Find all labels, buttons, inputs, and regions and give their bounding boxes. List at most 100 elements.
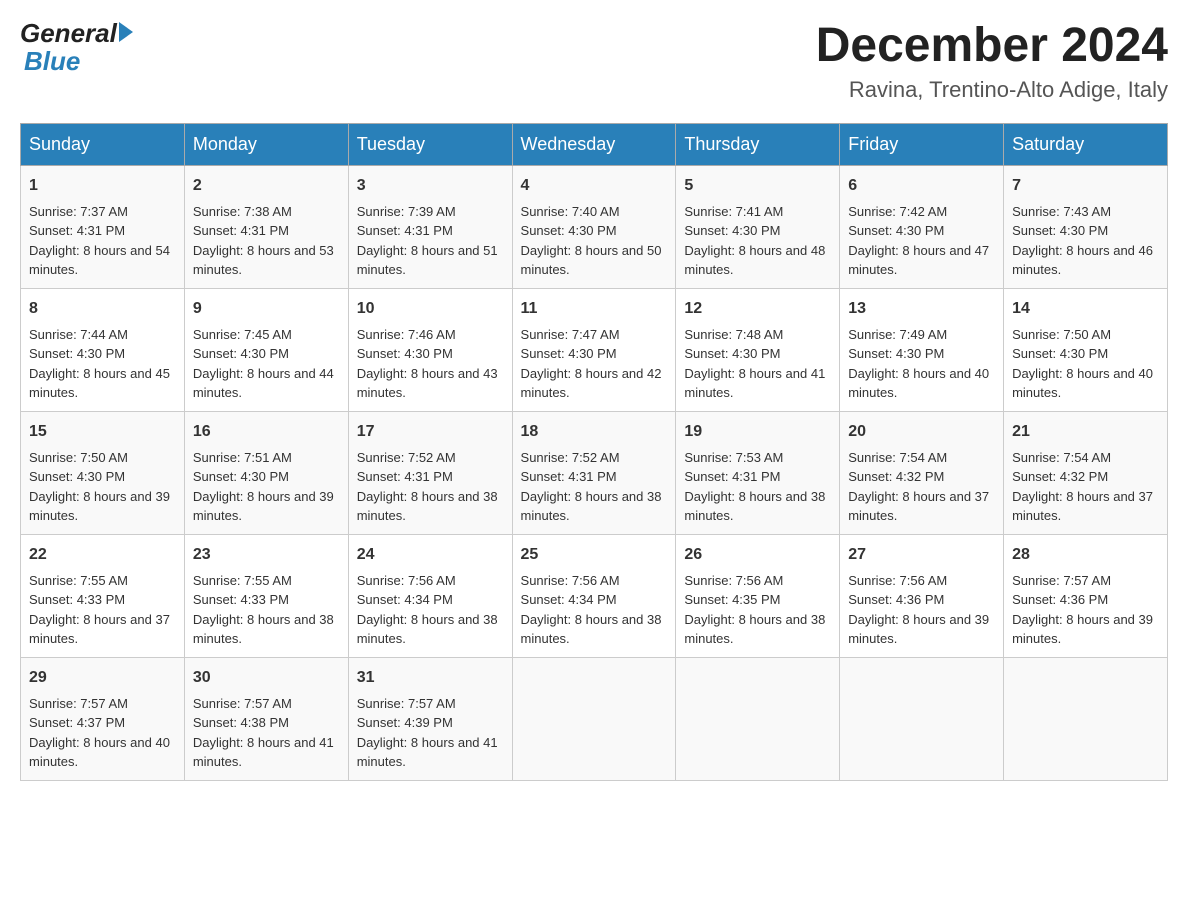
day-number: 7 xyxy=(1012,174,1159,198)
calendar-cell: 8 Sunrise: 7:44 AM Sunset: 4:30 PM Dayli… xyxy=(21,288,185,411)
calendar-cell: 6 Sunrise: 7:42 AM Sunset: 4:30 PM Dayli… xyxy=(840,165,1004,288)
sunset-label: Sunset: 4:30 PM xyxy=(848,223,944,238)
weekday-header-sunday: Sunday xyxy=(21,123,185,165)
daylight-label: Daylight: 8 hours and 43 minutes. xyxy=(357,366,498,401)
calendar-cell: 23 Sunrise: 7:55 AM Sunset: 4:33 PM Dayl… xyxy=(184,534,348,657)
sunset-label: Sunset: 4:30 PM xyxy=(357,346,453,361)
sunset-label: Sunset: 4:38 PM xyxy=(193,715,289,730)
sunset-label: Sunset: 4:30 PM xyxy=(1012,223,1108,238)
sunrise-label: Sunrise: 7:56 AM xyxy=(521,573,620,588)
sunset-label: Sunset: 4:30 PM xyxy=(29,469,125,484)
month-year-title: December 2024 xyxy=(816,20,1168,73)
sunset-label: Sunset: 4:33 PM xyxy=(193,592,289,607)
sunset-label: Sunset: 4:32 PM xyxy=(848,469,944,484)
daylight-label: Daylight: 8 hours and 42 minutes. xyxy=(521,366,662,401)
daylight-label: Daylight: 8 hours and 37 minutes. xyxy=(29,612,170,647)
sunset-label: Sunset: 4:37 PM xyxy=(29,715,125,730)
calendar-week-row: 29 Sunrise: 7:57 AM Sunset: 4:37 PM Dayl… xyxy=(21,657,1168,780)
sunset-label: Sunset: 4:30 PM xyxy=(193,469,289,484)
calendar-week-row: 8 Sunrise: 7:44 AM Sunset: 4:30 PM Dayli… xyxy=(21,288,1168,411)
sunrise-label: Sunrise: 7:57 AM xyxy=(193,696,292,711)
sunrise-label: Sunrise: 7:42 AM xyxy=(848,204,947,219)
day-number: 30 xyxy=(193,666,340,690)
calendar-cell: 31 Sunrise: 7:57 AM Sunset: 4:39 PM Dayl… xyxy=(348,657,512,780)
calendar-cell: 17 Sunrise: 7:52 AM Sunset: 4:31 PM Dayl… xyxy=(348,411,512,534)
calendar-cell: 5 Sunrise: 7:41 AM Sunset: 4:30 PM Dayli… xyxy=(676,165,840,288)
calendar-cell: 14 Sunrise: 7:50 AM Sunset: 4:30 PM Dayl… xyxy=(1004,288,1168,411)
calendar-cell: 21 Sunrise: 7:54 AM Sunset: 4:32 PM Dayl… xyxy=(1004,411,1168,534)
weekday-header-row: SundayMondayTuesdayWednesdayThursdayFrid… xyxy=(21,123,1168,165)
daylight-label: Daylight: 8 hours and 37 minutes. xyxy=(848,489,989,524)
daylight-label: Daylight: 8 hours and 41 minutes. xyxy=(357,735,498,770)
day-number: 3 xyxy=(357,174,504,198)
day-number: 4 xyxy=(521,174,668,198)
sunrise-label: Sunrise: 7:57 AM xyxy=(357,696,456,711)
calendar-cell: 3 Sunrise: 7:39 AM Sunset: 4:31 PM Dayli… xyxy=(348,165,512,288)
day-number: 5 xyxy=(684,174,831,198)
daylight-label: Daylight: 8 hours and 39 minutes. xyxy=(1012,612,1153,647)
daylight-label: Daylight: 8 hours and 37 minutes. xyxy=(1012,489,1153,524)
daylight-label: Daylight: 8 hours and 39 minutes. xyxy=(29,489,170,524)
sunrise-label: Sunrise: 7:48 AM xyxy=(684,327,783,342)
sunrise-label: Sunrise: 7:44 AM xyxy=(29,327,128,342)
daylight-label: Daylight: 8 hours and 39 minutes. xyxy=(848,612,989,647)
day-number: 27 xyxy=(848,543,995,567)
calendar-cell: 9 Sunrise: 7:45 AM Sunset: 4:30 PM Dayli… xyxy=(184,288,348,411)
daylight-label: Daylight: 8 hours and 41 minutes. xyxy=(684,366,825,401)
day-number: 2 xyxy=(193,174,340,198)
day-number: 8 xyxy=(29,297,176,321)
day-number: 1 xyxy=(29,174,176,198)
calendar-cell: 27 Sunrise: 7:56 AM Sunset: 4:36 PM Dayl… xyxy=(840,534,1004,657)
calendar-cell: 13 Sunrise: 7:49 AM Sunset: 4:30 PM Dayl… xyxy=(840,288,1004,411)
sunrise-label: Sunrise: 7:56 AM xyxy=(684,573,783,588)
sunrise-label: Sunrise: 7:57 AM xyxy=(1012,573,1111,588)
weekday-header-monday: Monday xyxy=(184,123,348,165)
day-number: 31 xyxy=(357,666,504,690)
page-header: General Blue December 2024 Ravina, Trent… xyxy=(20,20,1168,103)
sunset-label: Sunset: 4:31 PM xyxy=(193,223,289,238)
calendar-cell: 10 Sunrise: 7:46 AM Sunset: 4:30 PM Dayl… xyxy=(348,288,512,411)
calendar-cell: 7 Sunrise: 7:43 AM Sunset: 4:30 PM Dayli… xyxy=(1004,165,1168,288)
sunset-label: Sunset: 4:39 PM xyxy=(357,715,453,730)
weekday-header-saturday: Saturday xyxy=(1004,123,1168,165)
calendar-cell xyxy=(512,657,676,780)
sunrise-label: Sunrise: 7:52 AM xyxy=(521,450,620,465)
sunset-label: Sunset: 4:34 PM xyxy=(357,592,453,607)
daylight-label: Daylight: 8 hours and 38 minutes. xyxy=(521,489,662,524)
calendar-cell: 20 Sunrise: 7:54 AM Sunset: 4:32 PM Dayl… xyxy=(840,411,1004,534)
location-subtitle: Ravina, Trentino-Alto Adige, Italy xyxy=(816,77,1168,103)
day-number: 24 xyxy=(357,543,504,567)
daylight-label: Daylight: 8 hours and 53 minutes. xyxy=(193,243,334,278)
sunset-label: Sunset: 4:36 PM xyxy=(1012,592,1108,607)
daylight-label: Daylight: 8 hours and 45 minutes. xyxy=(29,366,170,401)
day-number: 19 xyxy=(684,420,831,444)
calendar-week-row: 15 Sunrise: 7:50 AM Sunset: 4:30 PM Dayl… xyxy=(21,411,1168,534)
sunset-label: Sunset: 4:31 PM xyxy=(521,469,617,484)
sunrise-label: Sunrise: 7:55 AM xyxy=(29,573,128,588)
daylight-label: Daylight: 8 hours and 40 minutes. xyxy=(29,735,170,770)
sunset-label: Sunset: 4:30 PM xyxy=(521,346,617,361)
sunset-label: Sunset: 4:30 PM xyxy=(193,346,289,361)
daylight-label: Daylight: 8 hours and 44 minutes. xyxy=(193,366,334,401)
sunset-label: Sunset: 4:30 PM xyxy=(684,346,780,361)
sunset-label: Sunset: 4:35 PM xyxy=(684,592,780,607)
calendar-cell xyxy=(1004,657,1168,780)
daylight-label: Daylight: 8 hours and 48 minutes. xyxy=(684,243,825,278)
day-number: 11 xyxy=(521,297,668,321)
sunset-label: Sunset: 4:31 PM xyxy=(29,223,125,238)
calendar-cell: 12 Sunrise: 7:48 AM Sunset: 4:30 PM Dayl… xyxy=(676,288,840,411)
weekday-header-tuesday: Tuesday xyxy=(348,123,512,165)
calendar-week-row: 1 Sunrise: 7:37 AM Sunset: 4:31 PM Dayli… xyxy=(21,165,1168,288)
daylight-label: Daylight: 8 hours and 41 minutes. xyxy=(193,735,334,770)
calendar-table: SundayMondayTuesdayWednesdayThursdayFrid… xyxy=(20,123,1168,781)
daylight-label: Daylight: 8 hours and 38 minutes. xyxy=(357,489,498,524)
daylight-label: Daylight: 8 hours and 50 minutes. xyxy=(521,243,662,278)
calendar-cell: 16 Sunrise: 7:51 AM Sunset: 4:30 PM Dayl… xyxy=(184,411,348,534)
calendar-week-row: 22 Sunrise: 7:55 AM Sunset: 4:33 PM Dayl… xyxy=(21,534,1168,657)
day-number: 12 xyxy=(684,297,831,321)
sunset-label: Sunset: 4:30 PM xyxy=(1012,346,1108,361)
sunrise-label: Sunrise: 7:40 AM xyxy=(521,204,620,219)
day-number: 20 xyxy=(848,420,995,444)
sunrise-label: Sunrise: 7:55 AM xyxy=(193,573,292,588)
sunset-label: Sunset: 4:32 PM xyxy=(1012,469,1108,484)
